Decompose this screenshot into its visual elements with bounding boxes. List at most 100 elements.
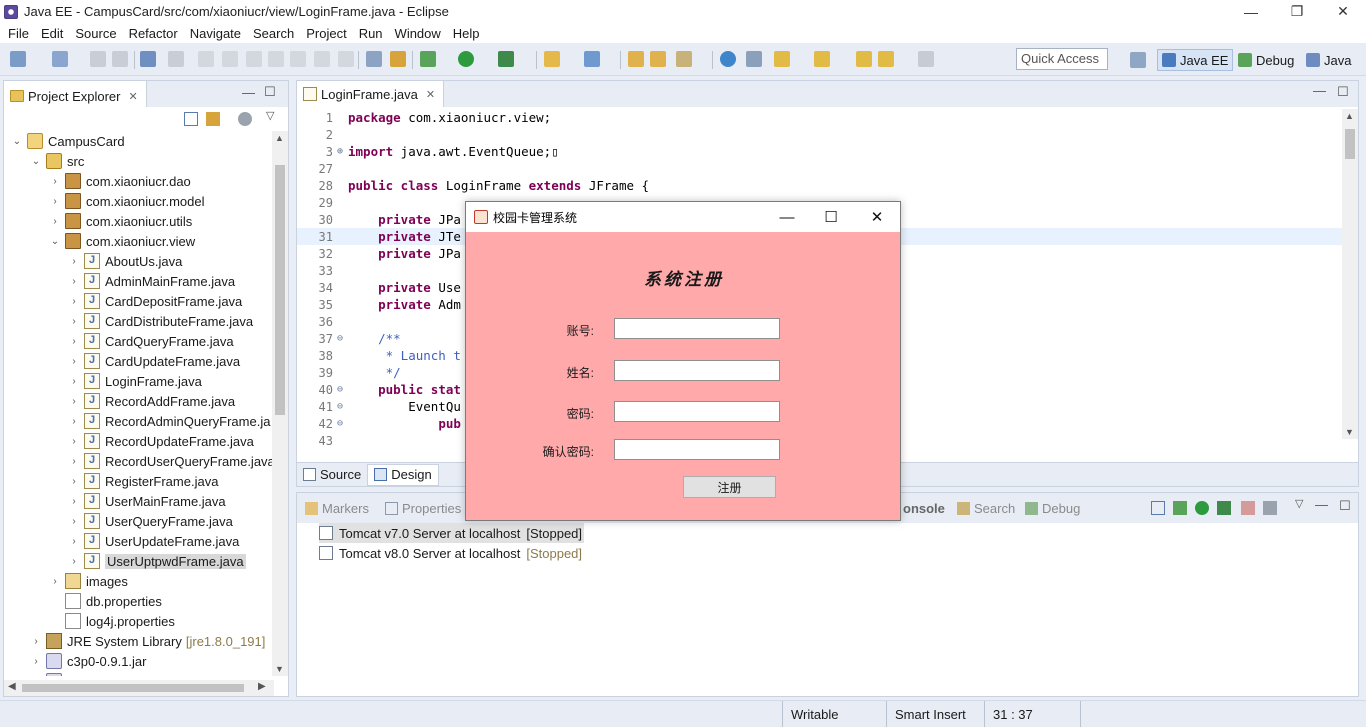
- code-line[interactable]: 1 package com.xiaoniucr.view;: [297, 109, 1342, 126]
- collapsed-twisty-icon[interactable]: ›: [68, 256, 80, 267]
- tree-item[interactable]: › c3p0-0.9.1.jar: [30, 651, 147, 671]
- perspective-java[interactable]: Java: [1302, 49, 1355, 71]
- tree-item[interactable]: › com.xiaoniucr.utils: [49, 211, 192, 231]
- close-explorer-icon[interactable]: ✕: [128, 90, 137, 103]
- server-row[interactable]: Tomcat v7.0 Server at localhost [Stopped…: [319, 523, 585, 543]
- use-step-filters-icon[interactable]: [390, 51, 406, 67]
- search-icon[interactable]: [676, 51, 692, 67]
- tree-item[interactable]: › UserUpdateFrame.java: [68, 531, 239, 551]
- collapsed-twisty-icon[interactable]: ›: [68, 316, 80, 327]
- open-console-icon[interactable]: [140, 51, 156, 67]
- tree-item[interactable]: › RecordUpdateFrame.java: [68, 431, 254, 451]
- tab-properties[interactable]: Properties: [377, 501, 469, 516]
- fold-toggle-icon[interactable]: ⊖: [337, 401, 347, 412]
- scroll-down-icon[interactable]: ▼: [275, 664, 284, 674]
- resume-icon[interactable]: [198, 51, 214, 67]
- tree-item[interactable]: ⌄ com.xiaoniucr.view: [49, 231, 195, 251]
- suspend-icon[interactable]: [222, 51, 238, 67]
- perspective-debug[interactable]: Debug: [1234, 49, 1298, 71]
- menu-project[interactable]: Project: [300, 26, 352, 41]
- minimize-button[interactable]: —: [1228, 0, 1274, 23]
- name-input[interactable]: [614, 360, 780, 381]
- close-editor-icon[interactable]: ✕: [426, 88, 435, 101]
- step-return-icon[interactable]: [338, 51, 354, 67]
- tree-item[interactable]: › images: [49, 571, 128, 591]
- collapsed-twisty-icon[interactable]: ›: [30, 676, 42, 677]
- new-icon[interactable]: [10, 51, 26, 67]
- collapsed-twisty-icon[interactable]: ›: [68, 336, 80, 347]
- menu-refactor[interactable]: Refactor: [123, 26, 184, 41]
- explorer-vertical-scrollbar[interactable]: ▲ ▼: [272, 131, 288, 676]
- explorer-horizontal-scrollbar[interactable]: ◀ ▶: [4, 680, 274, 696]
- maximize-view-icon[interactable]: ☐: [264, 84, 276, 100]
- fold-toggle-icon[interactable]: ⊖: [337, 418, 347, 429]
- menu-source[interactable]: Source: [69, 26, 122, 41]
- annotation-icon[interactable]: [746, 51, 762, 67]
- menu-help[interactable]: Help: [447, 26, 486, 41]
- menu-search[interactable]: Search: [247, 26, 300, 41]
- tab-design[interactable]: Design: [367, 463, 439, 486]
- collapsed-twisty-icon[interactable]: ›: [68, 296, 80, 307]
- stop-server-icon[interactable]: [1241, 501, 1255, 515]
- drop-frame-icon[interactable]: [366, 51, 382, 67]
- collapsed-twisty-icon[interactable]: ›: [68, 396, 80, 407]
- editor-scroll-thumb[interactable]: [1345, 129, 1355, 159]
- explorer-hscroll-thumb[interactable]: [22, 684, 244, 692]
- dialog-maximize-button[interactable]: ☐: [808, 202, 854, 232]
- confirm-password-input[interactable]: [614, 439, 780, 460]
- step-over-icon[interactable]: [314, 51, 330, 67]
- tree-item[interactable]: › UserQueryFrame.java: [68, 511, 233, 531]
- previous-annotation-icon[interactable]: [814, 51, 830, 67]
- dialog-close-button[interactable]: ✕: [854, 202, 900, 232]
- expanded-twisty-icon[interactable]: ⌄: [11, 136, 23, 147]
- tree-item[interactable]: › AboutUs.java: [68, 251, 182, 271]
- tree-item[interactable]: › UserUptpwdFrame.java: [68, 551, 246, 571]
- tree-item[interactable]: › AdminMainFrame.java: [68, 271, 235, 291]
- scroll-left-icon[interactable]: ◀: [8, 681, 16, 692]
- collapsed-twisty-icon[interactable]: ›: [68, 556, 80, 567]
- run-external-tools-icon[interactable]: [498, 51, 514, 67]
- code-line[interactable]: 28 public class LoginFrame extends JFrame…: [297, 177, 1342, 194]
- tree-item[interactable]: › JRE System Library [jre1.8.0_191]: [30, 631, 265, 651]
- editor-vertical-scrollbar[interactable]: ▲ ▼: [1342, 109, 1358, 439]
- collapsed-twisty-icon[interactable]: ›: [68, 536, 80, 547]
- tree-item[interactable]: › commons-dbcp.jar: [30, 671, 174, 676]
- publish-icon[interactable]: [1263, 501, 1277, 515]
- code-line[interactable]: 3 ⊕ import java.awt.EventQueue;▯: [297, 143, 1342, 160]
- collapsed-twisty-icon[interactable]: ›: [68, 476, 80, 487]
- perspective-java-ee[interactable]: Java EE: [1157, 49, 1234, 71]
- tree-item[interactable]: › com.xiaoniucr.model: [49, 191, 205, 211]
- tree-item[interactable]: › UserMainFrame.java: [68, 491, 226, 511]
- save-all-icon[interactable]: [112, 51, 128, 67]
- quick-access-field[interactable]: Quick Access: [1016, 48, 1108, 70]
- collapsed-twisty-icon[interactable]: ›: [68, 516, 80, 527]
- collapsed-twisty-icon[interactable]: ›: [68, 416, 80, 427]
- tab-project-explorer[interactable]: Project Explorer ✕: [4, 81, 147, 107]
- start-server-debug-icon[interactable]: [1173, 501, 1187, 515]
- maximize-editor-icon[interactable]: ☐: [1337, 84, 1349, 100]
- editor-scroll-down-icon[interactable]: ▼: [1345, 427, 1354, 437]
- tree-item[interactable]: › RecordAdminQueryFrame.ja: [68, 411, 270, 431]
- collapsed-twisty-icon[interactable]: ›: [49, 196, 61, 207]
- expanded-twisty-icon[interactable]: ⌄: [30, 156, 42, 167]
- collapsed-twisty-icon[interactable]: ›: [49, 576, 61, 587]
- minimize-view-icon[interactable]: —: [242, 85, 255, 100]
- skip-breakpoints-icon[interactable]: [168, 51, 184, 67]
- minimize-bottom-icon[interactable]: —: [1315, 497, 1328, 512]
- terminate-icon[interactable]: [246, 51, 262, 67]
- save-icon[interactable]: [90, 51, 106, 67]
- collapse-servers-icon[interactable]: [1151, 501, 1165, 515]
- link-with-editor-icon[interactable]: [206, 112, 220, 126]
- open-task-icon[interactable]: [650, 51, 666, 67]
- collapsed-twisty-icon[interactable]: ›: [68, 376, 80, 387]
- step-into-icon[interactable]: [290, 51, 306, 67]
- collapsed-twisty-icon[interactable]: ›: [68, 496, 80, 507]
- collapse-all-icon[interactable]: [184, 112, 198, 126]
- start-server-icon[interactable]: [1195, 501, 1209, 515]
- open-type-icon[interactable]: [628, 51, 644, 67]
- scroll-up-icon[interactable]: ▲: [275, 133, 284, 143]
- last-edit-icon[interactable]: [856, 51, 872, 67]
- account-input[interactable]: [614, 318, 780, 339]
- tree-item[interactable]: › RecordAddFrame.java: [68, 391, 235, 411]
- debug-icon[interactable]: [420, 51, 436, 67]
